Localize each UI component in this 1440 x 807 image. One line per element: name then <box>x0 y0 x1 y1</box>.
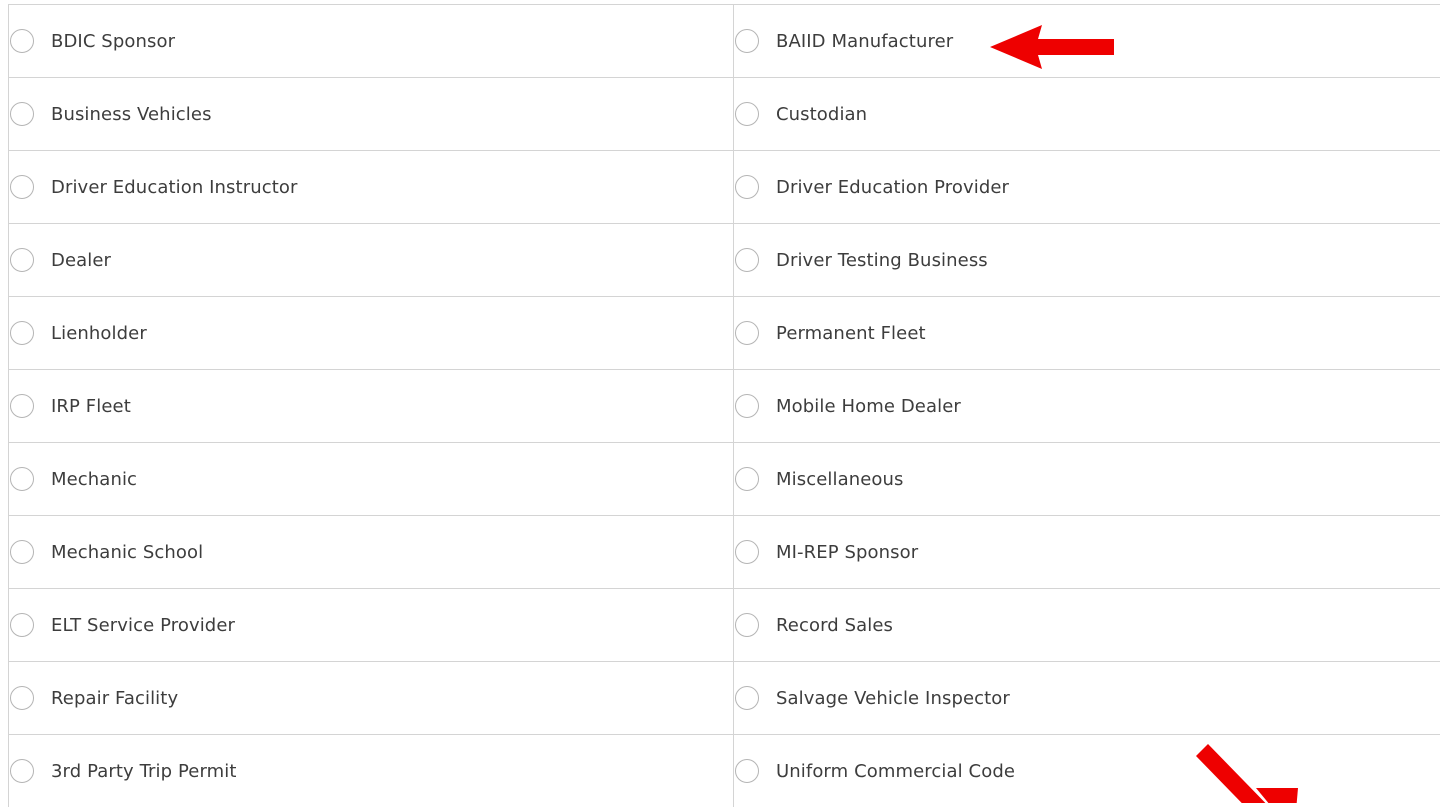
option-label: Driver Testing Business <box>776 249 988 271</box>
radio-button[interactable] <box>735 467 759 491</box>
option-driver-education-instructor[interactable]: Driver Education Instructor <box>9 151 734 223</box>
option-label: Driver Education Instructor <box>51 176 298 198</box>
option-baiid-manufacturer[interactable]: BAIID Manufacturer <box>734 5 1440 77</box>
radio-button[interactable] <box>10 102 34 126</box>
option-repair-facility[interactable]: Repair Facility <box>9 662 734 734</box>
option-driver-testing-business[interactable]: Driver Testing Business <box>734 224 1440 296</box>
radio-button[interactable] <box>735 175 759 199</box>
options-row: IRP Fleet Mobile Home Dealer <box>9 370 1440 443</box>
option-label: IRP Fleet <box>51 395 131 417</box>
radio-button[interactable] <box>10 759 34 783</box>
option-bdic-sponsor[interactable]: BDIC Sponsor <box>9 5 734 77</box>
options-row: 3rd Party Trip Permit Uniform Commercial… <box>9 735 1440 807</box>
option-mechanic[interactable]: Mechanic <box>9 443 734 515</box>
option-mobile-home-dealer[interactable]: Mobile Home Dealer <box>734 370 1440 442</box>
options-row: Repair Facility Salvage Vehicle Inspecto… <box>9 662 1440 735</box>
option-custodian[interactable]: Custodian <box>734 78 1440 150</box>
option-miscellaneous[interactable]: Miscellaneous <box>734 443 1440 515</box>
options-row: Lienholder Permanent Fleet <box>9 297 1440 370</box>
option-business-vehicles[interactable]: Business Vehicles <box>9 78 734 150</box>
radio-button[interactable] <box>10 248 34 272</box>
radio-button[interactable] <box>10 394 34 418</box>
option-uniform-commercial-code[interactable]: Uniform Commercial Code <box>734 735 1440 807</box>
options-row: Dealer Driver Testing Business <box>9 224 1440 297</box>
radio-button[interactable] <box>10 540 34 564</box>
radio-button[interactable] <box>735 29 759 53</box>
options-row: Mechanic Miscellaneous <box>9 443 1440 516</box>
option-label: Mechanic School <box>51 541 204 563</box>
option-label: Driver Education Provider <box>776 176 1010 198</box>
option-3rd-party-trip-permit[interactable]: 3rd Party Trip Permit <box>9 735 734 807</box>
option-record-sales[interactable]: Record Sales <box>734 589 1440 661</box>
option-label: BAIID Manufacturer <box>776 30 954 52</box>
radio-button[interactable] <box>735 248 759 272</box>
option-permanent-fleet[interactable]: Permanent Fleet <box>734 297 1440 369</box>
option-lienholder[interactable]: Lienholder <box>9 297 734 369</box>
radio-button[interactable] <box>735 613 759 637</box>
option-mechanic-school[interactable]: Mechanic School <box>9 516 734 588</box>
option-irp-fleet[interactable]: IRP Fleet <box>9 370 734 442</box>
option-label: Record Sales <box>776 614 894 636</box>
option-label: MI-REP Sponsor <box>776 541 919 563</box>
option-label: Uniform Commercial Code <box>776 760 1016 782</box>
option-label: BDIC Sponsor <box>51 30 176 52</box>
options-row: ELT Service Provider Record Sales <box>9 589 1440 662</box>
radio-button[interactable] <box>735 394 759 418</box>
options-row: BDIC Sponsor BAIID Manufacturer <box>9 5 1440 78</box>
options-row: Business Vehicles Custodian <box>9 78 1440 151</box>
option-mi-rep-sponsor[interactable]: MI-REP Sponsor <box>734 516 1440 588</box>
radio-button[interactable] <box>10 321 34 345</box>
option-driver-education-provider[interactable]: Driver Education Provider <box>734 151 1440 223</box>
option-dealer[interactable]: Dealer <box>9 224 734 296</box>
radio-button[interactable] <box>735 102 759 126</box>
business-type-options: BDIC Sponsor BAIID Manufacturer Business… <box>8 4 1440 807</box>
radio-button[interactable] <box>10 613 34 637</box>
option-label: 3rd Party Trip Permit <box>51 760 237 782</box>
radio-button[interactable] <box>10 686 34 710</box>
radio-button[interactable] <box>735 686 759 710</box>
option-label: Salvage Vehicle Inspector <box>776 687 1010 709</box>
option-label: Mobile Home Dealer <box>776 395 961 417</box>
options-row: Mechanic School MI-REP Sponsor <box>9 516 1440 589</box>
radio-button[interactable] <box>735 759 759 783</box>
option-label: Miscellaneous <box>776 468 904 490</box>
option-label: Lienholder <box>51 322 147 344</box>
option-label: Dealer <box>51 249 112 271</box>
option-label: Custodian <box>776 103 868 125</box>
option-salvage-vehicle-inspector[interactable]: Salvage Vehicle Inspector <box>734 662 1440 734</box>
radio-button[interactable] <box>10 467 34 491</box>
options-row: Driver Education Instructor Driver Educa… <box>9 151 1440 224</box>
radio-button[interactable] <box>10 29 34 53</box>
option-label: ELT Service Provider <box>51 614 235 636</box>
radio-button[interactable] <box>10 175 34 199</box>
radio-button[interactable] <box>735 321 759 345</box>
radio-button[interactable] <box>735 540 759 564</box>
option-elt-service-provider[interactable]: ELT Service Provider <box>9 589 734 661</box>
option-label: Business Vehicles <box>51 103 212 125</box>
option-label: Mechanic <box>51 468 138 490</box>
option-label: Permanent Fleet <box>776 322 926 344</box>
option-label: Repair Facility <box>51 687 179 709</box>
